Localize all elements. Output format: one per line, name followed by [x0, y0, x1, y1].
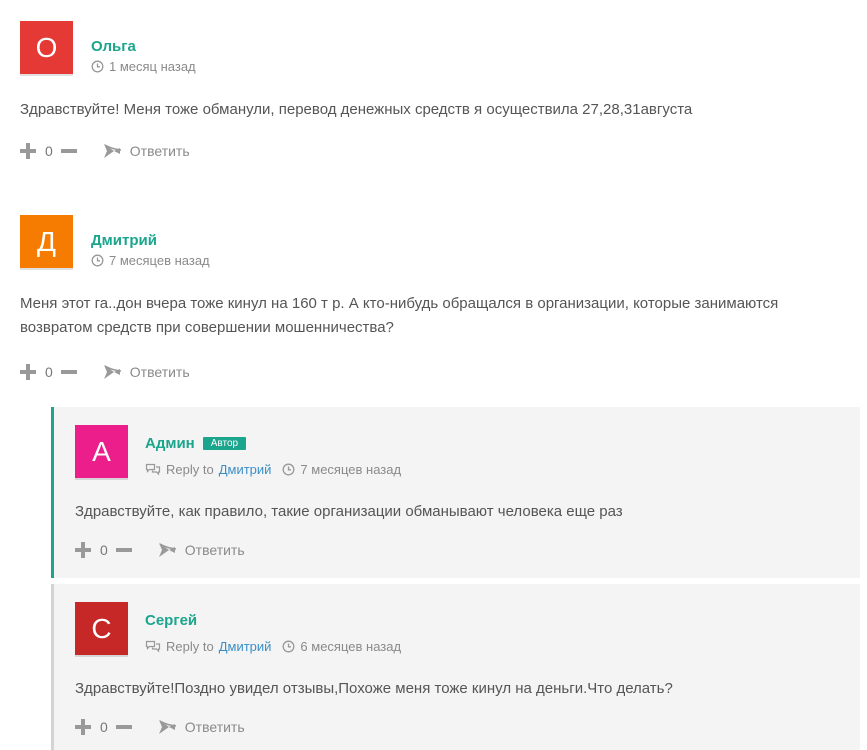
comment-meta: 7 месяцев назад [91, 253, 210, 268]
comment-time: 7 месяцев назад [109, 253, 210, 268]
avatar-letter: А [92, 435, 111, 467]
chat-bubbles-icon [145, 463, 161, 475]
reply-label: Ответить [184, 542, 245, 558]
reply-arrow-icon [103, 144, 121, 158]
vote-count: 0 [100, 542, 108, 558]
downvote-icon[interactable] [115, 725, 132, 729]
downvote-icon[interactable] [60, 370, 77, 374]
reply-button[interactable]: Ответить [103, 364, 190, 380]
clock-icon [282, 640, 295, 653]
comment-author[interactable]: Дмитрий [91, 232, 157, 249]
comment-time: 6 месяцев назад [300, 639, 402, 654]
comment-time: 7 месяцев назад [300, 462, 402, 477]
downvote-icon[interactable] [115, 548, 132, 552]
chat-bubbles-icon [145, 640, 161, 652]
reply-arrow-icon [158, 543, 176, 557]
vote-count: 0 [45, 143, 53, 159]
avatar-letter: Д [37, 225, 56, 257]
comment-text: Меня этот га..дон вчера тоже кинул на 16… [20, 295, 779, 336]
reply-to-link[interactable]: Дмитрий [219, 462, 272, 477]
upvote-icon[interactable] [75, 719, 91, 735]
comment-actions: 0 Ответить [20, 143, 190, 159]
reply-to-label: Reply to [166, 462, 214, 477]
reply-to-label: Reply to [166, 639, 214, 654]
clock-icon [282, 463, 295, 476]
vote-count: 0 [100, 719, 108, 735]
reply-label: Ответить [129, 364, 190, 380]
vote-count: 0 [45, 364, 53, 380]
avatar: А [75, 425, 128, 478]
comment-author: Админ Автор [145, 435, 247, 452]
reply-label: Ответить [184, 719, 245, 735]
author-badge: Автор [202, 437, 247, 450]
comment-meta: Reply to Дмитрий 7 месяцев назад [145, 462, 401, 477]
comment-time: 1 месяц назад [109, 59, 196, 74]
comment-text: Здравствуйте!Поздно увидел отзывы,Похоже… [75, 680, 673, 697]
clock-icon [91, 254, 104, 267]
reply-button[interactable]: Ответить [103, 143, 190, 159]
reply-to-link[interactable]: Дмитрий [219, 639, 272, 654]
upvote-icon[interactable] [75, 542, 91, 558]
reply-arrow-icon [158, 720, 176, 734]
upvote-icon[interactable] [20, 143, 36, 159]
author-name[interactable]: Админ [145, 435, 195, 452]
comment-author[interactable]: Сергей [145, 612, 197, 629]
avatar-letter: С [91, 612, 112, 644]
avatar: Д [20, 215, 73, 268]
comment-actions: 0 Ответить [75, 719, 245, 735]
comment-actions: 0 Ответить [20, 364, 190, 380]
reply-label: Ответить [129, 143, 190, 159]
comment-meta: Reply to Дмитрий 6 месяцев назад [145, 639, 401, 654]
reply-button[interactable]: Ответить [158, 719, 245, 735]
comment-author[interactable]: Ольга [91, 38, 136, 55]
comment-actions: 0 Ответить [75, 542, 245, 558]
downvote-icon[interactable] [60, 149, 77, 153]
reply-button[interactable]: Ответить [158, 542, 245, 558]
comment-text: Здравствуйте! Меня тоже обманули, перево… [20, 101, 693, 118]
comment-meta: 1 месяц назад [91, 59, 196, 74]
avatar: С [75, 602, 128, 655]
avatar-letter: О [35, 31, 58, 63]
reply-arrow-icon [103, 365, 121, 379]
clock-icon [91, 60, 104, 73]
avatar: О [20, 21, 73, 74]
comment-text: Здравствуйте, как правило, такие организ… [75, 503, 623, 520]
upvote-icon[interactable] [20, 364, 36, 380]
